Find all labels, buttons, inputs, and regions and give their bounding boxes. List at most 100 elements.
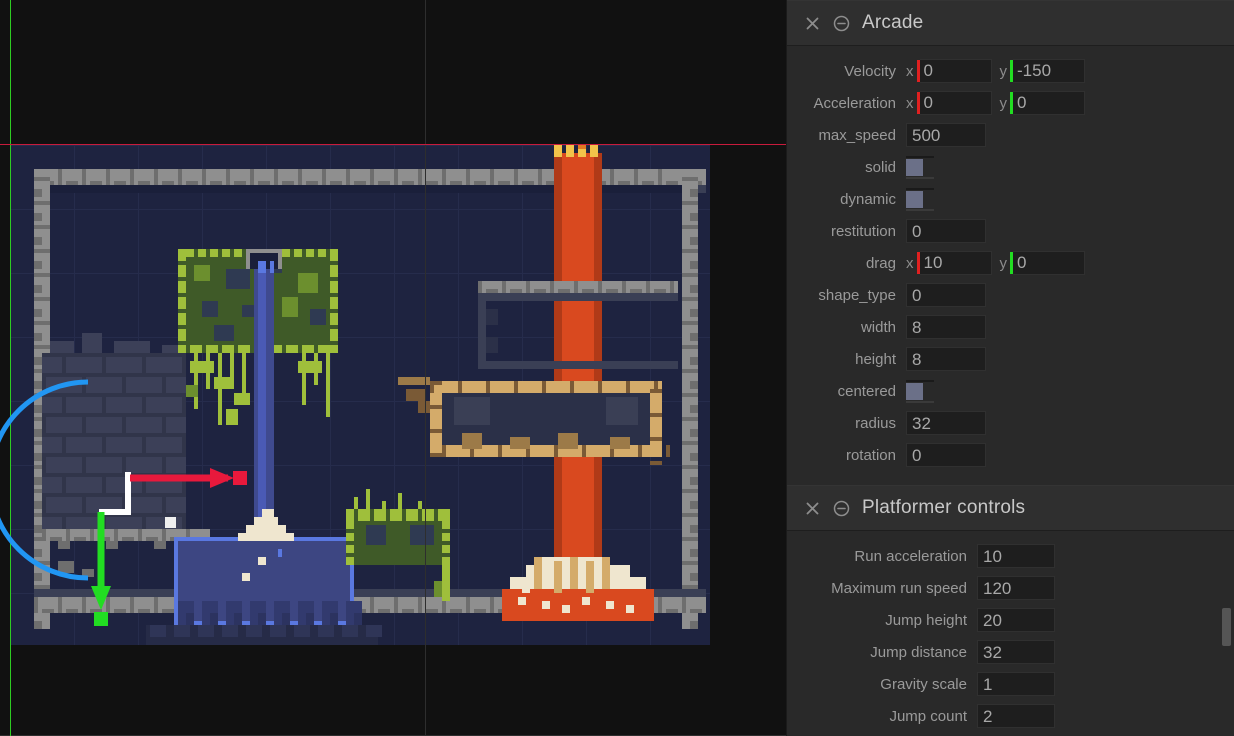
checkbox-underline bbox=[906, 176, 934, 179]
checkbox[interactable] bbox=[906, 155, 934, 179]
game-level-render bbox=[10, 145, 710, 645]
property-label: Gravity scale bbox=[880, 675, 967, 693]
property-label: rotation bbox=[845, 446, 896, 464]
close-icon[interactable] bbox=[804, 500, 821, 517]
property-row: dynamic bbox=[787, 183, 1234, 215]
checkbox[interactable] bbox=[906, 187, 934, 211]
vector2-input-group: x 10 y 0 bbox=[906, 251, 1093, 275]
vertical-guide-line bbox=[425, 0, 426, 736]
number-input[interactable]: 0 bbox=[906, 219, 986, 243]
world-origin-x-axis bbox=[0, 144, 786, 145]
axis-label-y: y bbox=[999, 254, 1008, 272]
collapse-icon[interactable] bbox=[833, 500, 850, 517]
panel-header-arcade: Arcade bbox=[787, 0, 1234, 46]
number-input-x[interactable]: 0 bbox=[919, 91, 992, 115]
property-label: restitution bbox=[830, 222, 896, 240]
vector-component-x: x0 bbox=[906, 59, 992, 83]
vector2-input-group: x0y0 bbox=[906, 91, 1093, 115]
axis-label-x: x bbox=[906, 94, 914, 112]
property-row: centered bbox=[787, 375, 1234, 407]
number-input[interactable]: 10 bbox=[977, 544, 1055, 568]
vector-component-y: y0 bbox=[999, 251, 1085, 275]
property-label: height bbox=[855, 350, 896, 368]
checkbox-box[interactable] bbox=[906, 158, 923, 176]
number-input[interactable]: 8 bbox=[906, 347, 986, 371]
number-input[interactable]: 2 bbox=[977, 704, 1055, 728]
number-input[interactable]: 32 bbox=[977, 640, 1055, 664]
property-label: Velocity bbox=[844, 62, 896, 80]
number-input[interactable]: 1 bbox=[977, 672, 1055, 696]
number-input-y[interactable]: -150 bbox=[1013, 59, 1085, 83]
checkbox-box[interactable] bbox=[906, 382, 923, 400]
checkbox-top-rule bbox=[906, 187, 934, 190]
number-input[interactable]: 500 bbox=[906, 123, 986, 147]
axis-label-x: x bbox=[906, 62, 914, 80]
panel-body-platformer-controls: Run acceleration 10 Maximum run speed 120 Ju… bbox=[787, 531, 1234, 736]
property-row: radius 32 bbox=[787, 407, 1234, 439]
property-label: Jump count bbox=[889, 707, 967, 725]
panel-arcade: Arcade Velocity x 0 y -150 Acceleration x 0 y 0 max… bbox=[787, 0, 1234, 485]
property-row: Jump count 2 bbox=[787, 700, 1234, 732]
vector2-input-group: x 0 y -150 bbox=[906, 59, 1093, 83]
property-row: Jump height 20 bbox=[787, 604, 1234, 636]
number-input-y[interactable]: 0 bbox=[1013, 91, 1085, 115]
property-label: Run acceleration bbox=[854, 547, 967, 565]
editor-window: Arcade Velocity x 0 y -150 Acceleration x 0 y 0 max… bbox=[0, 0, 1234, 736]
number-input[interactable]: 0 bbox=[906, 443, 986, 467]
property-row: Velocity x 0 y -150 bbox=[787, 55, 1234, 87]
property-label: Jump distance bbox=[870, 643, 967, 661]
inspector-panel: Arcade Velocity x 0 y -150 Acceleration x 0 y 0 max… bbox=[786, 0, 1234, 736]
number-input[interactable]: 120 bbox=[977, 576, 1055, 600]
property-label: centered bbox=[837, 382, 896, 400]
number-input-y[interactable]: 0 bbox=[1013, 251, 1085, 275]
property-row: shape_type 0 bbox=[787, 279, 1234, 311]
checkbox-top-rule bbox=[906, 379, 934, 382]
property-label: max_speed bbox=[818, 126, 896, 144]
number-input[interactable]: 20 bbox=[977, 608, 1055, 632]
checkbox-underline bbox=[906, 400, 934, 403]
vector-component-x: x0 bbox=[906, 91, 992, 115]
property-row: rotation 0 bbox=[787, 439, 1234, 471]
axis-label-y: y bbox=[999, 94, 1008, 112]
number-input[interactable]: 32 bbox=[906, 411, 986, 435]
property-row: Jump distance 32 bbox=[787, 636, 1234, 668]
checkbox-underline bbox=[906, 208, 934, 211]
inspector-scrollbar[interactable] bbox=[1222, 0, 1231, 736]
scene-viewport[interactable] bbox=[0, 0, 786, 736]
property-label: dynamic bbox=[840, 190, 896, 208]
property-label: drag bbox=[865, 254, 896, 272]
panel-platformer-controls: Platformer controls Run acceleration 10 Max… bbox=[787, 485, 1234, 736]
number-input-x[interactable]: 10 bbox=[919, 251, 992, 275]
property-row: Maximum run speed 120 bbox=[787, 572, 1234, 604]
property-label: radius bbox=[855, 414, 896, 432]
property-label: width bbox=[860, 318, 896, 336]
axis-label-y: y bbox=[999, 62, 1008, 80]
property-label: Jump height bbox=[885, 611, 967, 629]
property-label: Maximum run speed bbox=[831, 579, 967, 597]
vector-component-y: y -150 bbox=[999, 59, 1085, 83]
property-label: shape_type bbox=[818, 286, 896, 304]
property-row: max_speed 500 bbox=[787, 119, 1234, 151]
axis-label-x: x bbox=[906, 254, 914, 272]
checkbox[interactable] bbox=[906, 379, 934, 403]
panel-body-arcade: Velocity x 0 y -150 Acceleration x 0 y 0 max_speed… bbox=[787, 46, 1234, 485]
vector-component-y: y0 bbox=[999, 91, 1085, 115]
property-row: height 8 bbox=[787, 343, 1234, 375]
panel-title: Platformer controls bbox=[862, 497, 1026, 518]
property-row: Run acceleration 10 bbox=[787, 540, 1234, 572]
property-label: Acceleration bbox=[813, 94, 896, 112]
checkbox-box[interactable] bbox=[906, 190, 923, 208]
property-label: solid bbox=[865, 158, 896, 176]
number-input[interactable]: 8 bbox=[906, 315, 986, 339]
number-input-x[interactable]: 0 bbox=[919, 59, 992, 83]
inspector-scrollbar-thumb[interactable] bbox=[1222, 608, 1231, 646]
property-row: restitution 0 bbox=[787, 215, 1234, 247]
collapse-icon[interactable] bbox=[833, 15, 850, 32]
panel-header-platformer-controls: Platformer controls bbox=[787, 485, 1234, 531]
property-row: width 8 bbox=[787, 311, 1234, 343]
checkbox-top-rule bbox=[906, 155, 934, 158]
number-input[interactable]: 0 bbox=[906, 283, 986, 307]
close-icon[interactable] bbox=[804, 15, 821, 32]
property-row: solid bbox=[787, 151, 1234, 183]
panel-title: Arcade bbox=[862, 12, 924, 33]
